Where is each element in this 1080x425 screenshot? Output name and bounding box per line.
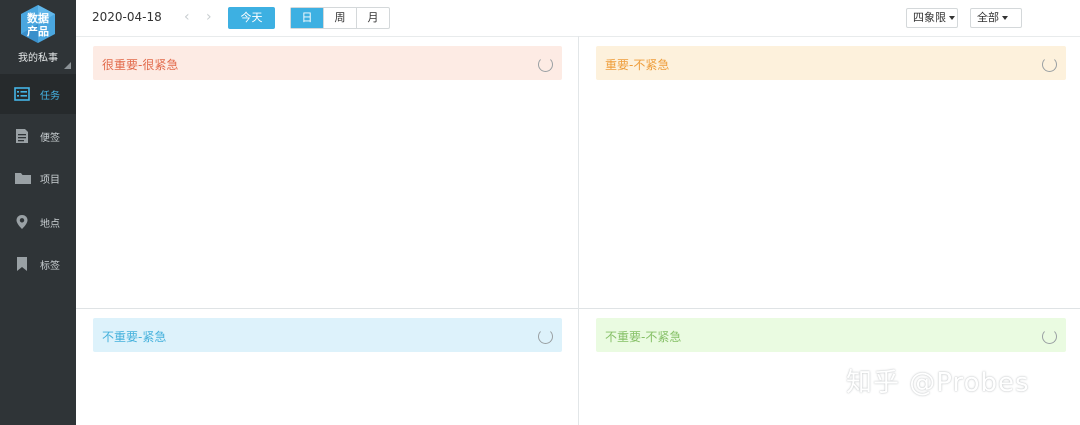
sidebar-item-label: 地点 [40,219,60,230]
loading-spinner-icon [1042,329,1057,344]
quadrant-title: 重要-不紧急 [605,58,670,72]
loading-spinner-icon [538,57,553,72]
quadrant-view-label: 四象限 [913,11,946,24]
filter-label: 全部 [977,11,999,24]
sidebar-item-label: 标签 [40,261,60,272]
sidebar-item-label: 任务 [40,91,60,102]
logo-text-line2: 产品 [27,25,49,38]
sidebar-item-label: 便签 [40,133,60,144]
view-day-button[interactable]: 日 [291,8,324,28]
quadrant-title: 很重要-很紧急 [102,58,179,72]
chevron-down-icon [1002,16,1008,20]
current-date: 2020-04-18 [92,10,162,24]
user-profile[interactable]: 数据 产品 我的私事 [0,0,76,74]
quadrant-view-dropdown[interactable]: 四象限 [906,8,958,28]
sidebar: 数据 产品 我的私事 任务 便签 项目 地点 标签 [0,0,76,425]
note-icon [14,128,30,144]
folder-icon [14,170,31,186]
user-menu-caret-icon[interactable] [64,62,71,69]
app-logo: 数据 产品 [18,4,58,44]
quadrant-not-important-urgent-header[interactable]: 不重要-紧急 [93,318,562,352]
logo-text-line1: 数据 [27,12,49,25]
view-switcher: 日 周 月 [290,7,390,29]
watermark: 知乎 @Probes [846,368,1030,398]
sidebar-item-tasks[interactable]: 任务 [0,74,76,114]
toolbar: 2020-04-18 ‹ › 今天 日 周 月 四象限 全部 [76,0,1080,36]
next-arrow-icon[interactable]: › [206,9,212,25]
location-pin-icon [14,214,30,230]
chevron-down-icon [949,16,955,20]
sidebar-item-locations[interactable]: 地点 [0,202,76,242]
list-icon [14,86,30,102]
quadrant-title: 不重要-紧急 [102,330,167,344]
view-week-button[interactable]: 周 [324,8,357,28]
quadrant-title: 不重要-不紧急 [605,330,682,344]
divider [578,36,579,425]
filter-dropdown[interactable]: 全部 [970,8,1022,28]
today-button[interactable]: 今天 [228,7,275,29]
sidebar-item-notes[interactable]: 便签 [0,116,76,156]
loading-spinner-icon [538,329,553,344]
prev-arrow-icon[interactable]: ‹ [184,9,190,25]
sidebar-item-label: 项目 [40,175,60,186]
quadrant-not-important-not-urgent-header[interactable]: 不重要-不紧急 [596,318,1066,352]
quadrant-important-urgent-header[interactable]: 很重要-很紧急 [93,46,562,80]
sidebar-item-projects[interactable]: 项目 [0,158,76,198]
bookmark-icon [14,256,30,272]
sidebar-item-tags[interactable]: 标签 [0,244,76,284]
view-month-button[interactable]: 月 [357,8,389,28]
loading-spinner-icon [1042,57,1057,72]
quadrant-important-not-urgent-header[interactable]: 重要-不紧急 [596,46,1066,80]
